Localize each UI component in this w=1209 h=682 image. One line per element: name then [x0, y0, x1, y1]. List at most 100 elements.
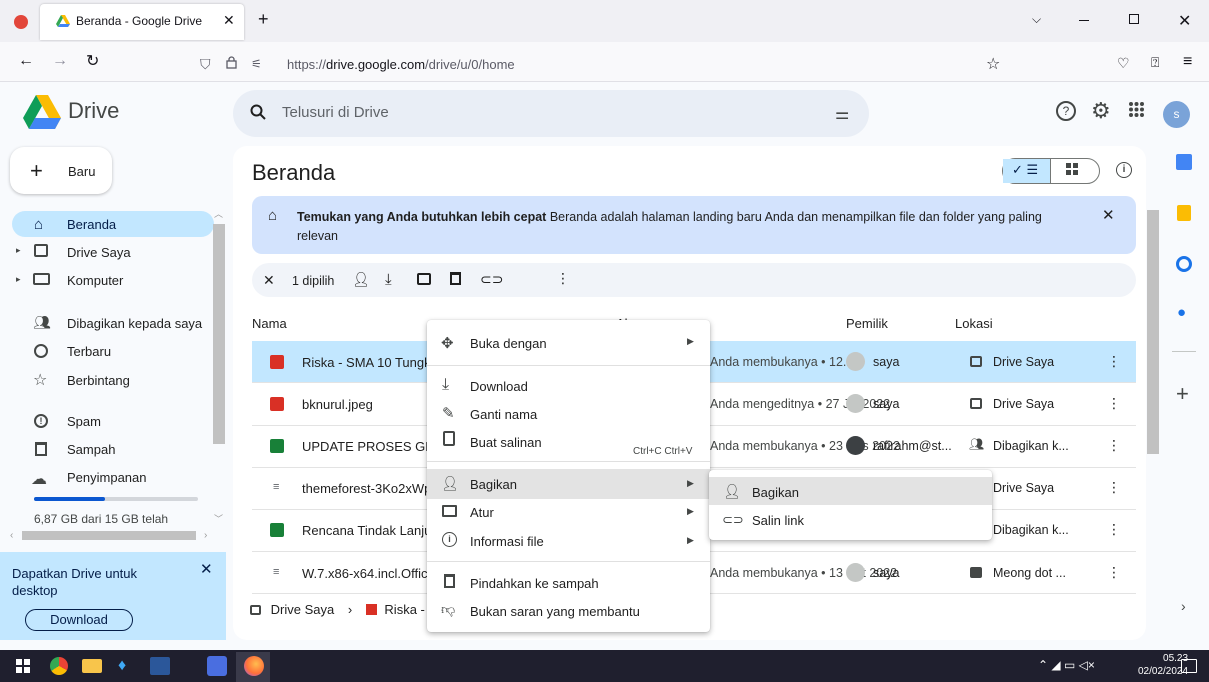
extensions-icon[interactable]: ⍰	[1151, 54, 1159, 71]
url-text[interactable]: https://drive.google.com/drive/u/0/home	[287, 57, 515, 72]
sidebar-item-trash[interactable]: Sampah	[67, 442, 115, 457]
info-icon[interactable]: i	[1116, 162, 1132, 178]
file-explorer-icon[interactable]	[82, 659, 102, 673]
windows-start-icon[interactable]	[16, 659, 30, 673]
row-more-icon[interactable]: ⋮	[1107, 353, 1121, 371]
settings-gear-icon[interactable]: ⚙	[1091, 98, 1111, 124]
banner-close-icon[interactable]: ✕	[1102, 206, 1115, 224]
sidebar-item-spam[interactable]: Spam	[67, 414, 101, 429]
search-icon[interactable]	[250, 104, 266, 120]
sidebar-scrollbar[interactable]	[213, 224, 225, 444]
submenu-item-share[interactable]: Bagikan	[752, 485, 799, 500]
sidebar-item-storage[interactable]: Penyimpanan	[67, 470, 147, 485]
menu-item-file-info[interactable]: Informasi file	[470, 534, 544, 549]
menu-item-move-to-trash[interactable]: Pindahkan ke sampah	[470, 576, 599, 591]
back-icon[interactable]: ←	[18, 52, 34, 70]
file-location[interactable]: Dibagikan k...	[993, 439, 1069, 453]
clear-selection-icon[interactable]: ✕	[263, 272, 275, 289]
file-location[interactable]: Drive Saya	[993, 397, 1054, 411]
search-options-icon[interactable]: ⚌	[835, 104, 849, 124]
menu-item-download[interactable]: Download	[470, 379, 528, 394]
bookmark-star-icon[interactable]: ☆	[986, 54, 1000, 74]
more-actions-icon[interactable]: ⋮	[556, 270, 570, 287]
drive-logo-icon[interactable]	[23, 95, 61, 129]
promo-download-button[interactable]: Download	[25, 609, 133, 631]
app-icon[interactable]	[207, 656, 227, 676]
menu-item-not-helpful[interactable]: Bukan saran yang membantu	[470, 604, 640, 619]
menu-item-rename[interactable]: Ganti nama	[470, 407, 537, 422]
menu-item-make-copy[interactable]: Buat salinan	[470, 435, 542, 450]
trash-icon[interactable]	[450, 272, 461, 285]
new-button[interactable]	[10, 147, 112, 194]
search-input[interactable]: Telusuri di Drive	[282, 104, 389, 121]
sidebar-item-my-drive[interactable]: Drive Saya	[67, 245, 131, 260]
system-tray-icons[interactable]: ⌃ ◢ ▭ ◁×	[1038, 658, 1095, 672]
file-location[interactable]: Drive Saya	[993, 355, 1054, 369]
sidebar-item-recent[interactable]: Terbaru	[67, 344, 111, 359]
app-menu-icon[interactable]: ≡	[1183, 53, 1192, 71]
file-location[interactable]: Meong dot ...	[993, 566, 1066, 580]
copy-shortcut: Ctrl+C Ctrl+V	[633, 446, 693, 457]
word-icon[interactable]	[150, 657, 170, 675]
apps-grid-icon[interactable]	[1128, 101, 1145, 118]
tab-close-icon[interactable]: ✕	[223, 12, 235, 29]
sidebar-item-shared[interactable]: Dibagikan kepada saya	[67, 316, 202, 331]
sidebar-horizontal-scrollbar[interactable]: ‹ ›	[10, 530, 222, 541]
file-location[interactable]: Dibagikan k...	[993, 523, 1069, 537]
menu-item-open-with[interactable]: Buka dengan	[470, 336, 547, 351]
chrome-icon[interactable]	[50, 657, 68, 675]
add-addon-icon[interactable]: +	[1176, 381, 1189, 407]
scroll-up-icon[interactable]: ︿	[214, 207, 223, 220]
tab-list-icon[interactable]: ⌵	[1032, 12, 1041, 27]
scroll-down-icon[interactable]: ﹀	[214, 512, 223, 525]
column-header-owner[interactable]: Pemilik	[846, 316, 888, 331]
contacts-icon[interactable]: ●	[1177, 304, 1186, 321]
app-name[interactable]: Drive	[68, 98, 119, 124]
file-location[interactable]: Drive Saya	[993, 481, 1054, 495]
restore-icon[interactable]	[1129, 14, 1139, 24]
tasks-icon[interactable]	[1176, 256, 1192, 272]
firefox-view-icon[interactable]	[14, 15, 28, 29]
row-more-icon[interactable]: ⋮	[1107, 437, 1121, 455]
clock-icon	[34, 344, 48, 358]
column-header-location[interactable]: Lokasi	[955, 316, 993, 331]
share-person-icon[interactable]: 👤︎	[352, 271, 370, 288]
app-icon[interactable]: ♦	[118, 657, 126, 675]
submenu-item-copy-link[interactable]: Salin link	[752, 513, 804, 528]
row-more-icon[interactable]: ⋮	[1107, 479, 1121, 497]
row-more-icon[interactable]: ⋮	[1107, 395, 1121, 413]
forward-icon[interactable]: →	[52, 52, 68, 70]
row-more-icon[interactable]: ⋮	[1107, 564, 1121, 582]
breadcrumb-item[interactable]: Drive Saya	[271, 602, 335, 617]
main-scrollbar[interactable]	[1147, 210, 1159, 454]
link-icon[interactable]: ⊂⊃	[480, 271, 503, 288]
notifications-icon[interactable]	[1181, 659, 1197, 673]
expand-arrow-icon[interactable]: ▸	[16, 245, 21, 256]
sidebar-item-computers[interactable]: Komputer	[67, 273, 123, 288]
close-window-icon[interactable]: ✕	[1178, 11, 1191, 31]
minimize-icon[interactable]	[1079, 20, 1089, 21]
permissions-icon[interactable]: ⚟	[251, 57, 262, 71]
file-name: Rencana Tindak Lanjut	[302, 523, 435, 538]
pocket-icon[interactable]: ♡	[1117, 55, 1130, 72]
account-avatar[interactable]: s	[1163, 101, 1190, 128]
grid-view-icon[interactable]	[1066, 163, 1078, 175]
column-header-name[interactable]: Nama	[252, 316, 287, 331]
menu-item-organize[interactable]: Atur	[470, 505, 494, 520]
reload-icon[interactable]: ↻	[86, 51, 99, 71]
download-icon[interactable]: ⤓	[385, 271, 392, 288]
calendar-icon[interactable]	[1176, 154, 1192, 170]
shield-icon[interactable]: ⛉	[200, 56, 211, 73]
rename-pencil-icon: ✎	[442, 405, 455, 422]
sidebar-item-starred[interactable]: Berbintang	[67, 373, 130, 388]
menu-item-share[interactable]: Bagikan	[470, 477, 517, 492]
keep-icon[interactable]	[1177, 205, 1191, 221]
new-tab-icon[interactable]: +	[258, 9, 269, 30]
rail-expand-icon[interactable]: ›	[1181, 598, 1186, 614]
help-icon[interactable]: ?	[1056, 101, 1076, 121]
move-folder-icon[interactable]	[417, 273, 431, 285]
lock-icon[interactable]	[226, 56, 237, 69]
promo-close-icon[interactable]: ✕	[200, 560, 213, 578]
expand-arrow-icon[interactable]: ▸	[16, 274, 21, 285]
row-more-icon[interactable]: ⋮	[1107, 521, 1121, 539]
